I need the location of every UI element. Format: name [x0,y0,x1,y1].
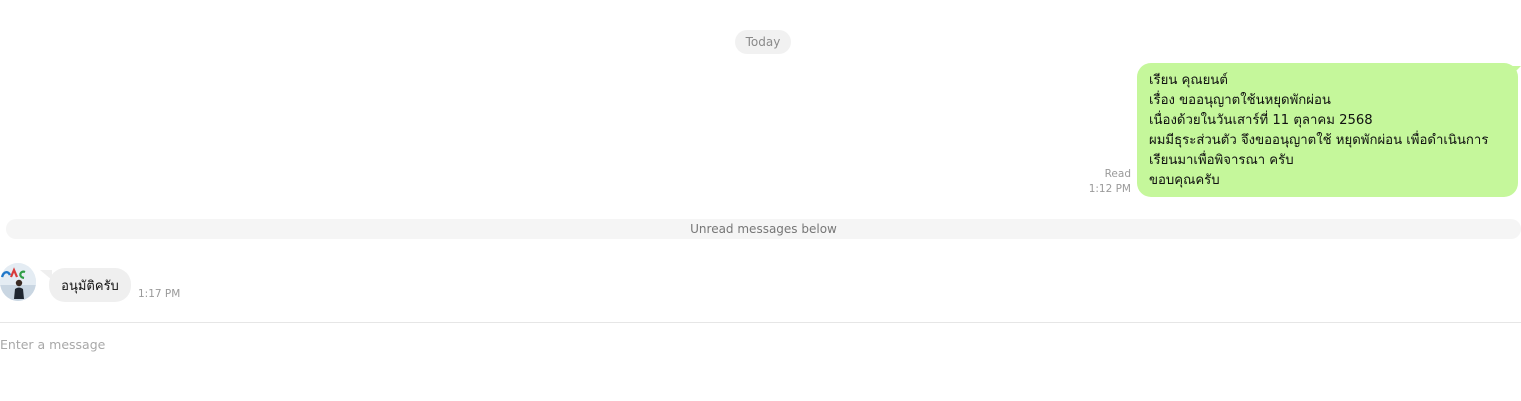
incoming-timestamp: 1:17 PM [138,288,181,300]
incoming-message-text: อนุมัติครับ [61,278,119,294]
unread-divider: Unread messages below [6,219,1521,239]
outgoing-message-line: เรียนมาเพื่อพิจารณา ครับ [1149,153,1294,168]
outgoing-message-line: ผมมีธุระส่วนตัว จึงขออนุญาตใช้ หยุดพักผ่… [1149,133,1489,148]
composer-divider [0,322,1521,323]
read-status: Read [1104,168,1131,180]
avatar-image [0,263,36,301]
incoming-message-bubble[interactable]: อนุมัติครับ [49,268,131,302]
outgoing-message-bubble[interactable]: เรียน คุณยนต์ เรื่อง ขออนุญาตใช้นหยุดพัก… [1137,63,1518,197]
outgoing-message-meta: Read 1:12 PM [1089,167,1131,197]
outgoing-timestamp: 1:12 PM [1088,183,1131,195]
outgoing-message-line: เรียน คุณยนต์ [1149,73,1228,88]
outgoing-message-line: ขอบคุณครับ [1149,173,1220,188]
avatar[interactable] [0,263,36,301]
date-separator: Today [735,30,791,54]
message-input[interactable] [0,333,1500,355]
outgoing-message-line: เนื่องด้วยในวันเสาร์ที่ 11 ตุลาคม 2568 [1149,113,1373,128]
outgoing-message-line: เรื่อง ขออนุญาตใช้นหยุดพักผ่อน [1149,93,1331,108]
